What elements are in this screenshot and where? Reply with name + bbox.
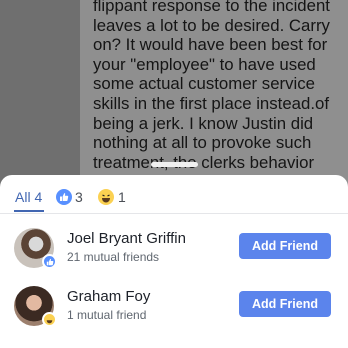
add-friend-button[interactable]: Add Friend xyxy=(239,291,331,317)
tab-all[interactable]: All 4 xyxy=(15,186,42,208)
mutual-friends: 21 mutual friends xyxy=(67,250,160,264)
comment-text: flippant response to the incident leaves… xyxy=(93,0,343,172)
comment-line: your "employee" to have used xyxy=(93,54,316,74)
comment-line: skills in the first place instead.of xyxy=(93,93,329,113)
person-name[interactable]: Graham Foy xyxy=(67,288,150,305)
tabs-divider xyxy=(0,213,348,214)
tab-haha-count: 1 xyxy=(118,189,126,205)
tab-all-label: All 4 xyxy=(15,189,43,205)
list-item: Joel Bryant Griffin 21 mutual friends Ad… xyxy=(0,219,348,277)
list-item: Graham Foy 1 mutual friend Add Friend xyxy=(0,277,348,335)
comment-line: leaves a lot to be desired. Carry xyxy=(93,15,330,35)
tab-like-count: 3 xyxy=(75,189,83,205)
tab-like[interactable]: 3 xyxy=(56,186,83,208)
like-icon xyxy=(42,254,57,269)
reaction-tabs: All 4 3 1 xyxy=(0,178,348,212)
person-name[interactable]: Joel Bryant Griffin xyxy=(67,230,186,247)
comment-line: flippant response to the incident xyxy=(93,0,330,15)
add-friend-button[interactable]: Add Friend xyxy=(239,233,331,259)
comment-line: being a jerk. I know Justin did xyxy=(93,113,314,133)
sheet-grab-handle[interactable] xyxy=(151,162,198,167)
active-tab-indicator xyxy=(14,210,44,212)
haha-icon xyxy=(98,189,114,205)
mutual-friends: 1 mutual friend xyxy=(67,308,147,322)
comment-line: on? It would have been best for xyxy=(93,35,328,55)
haha-icon xyxy=(42,312,57,327)
tab-haha[interactable]: 1 xyxy=(98,186,126,208)
comment-line: treatment, the clerks behavior xyxy=(93,152,315,172)
like-icon xyxy=(56,189,72,205)
comment-line: nothing at all to provoke such xyxy=(93,133,312,153)
comment-line: some actual customer service xyxy=(93,74,315,94)
